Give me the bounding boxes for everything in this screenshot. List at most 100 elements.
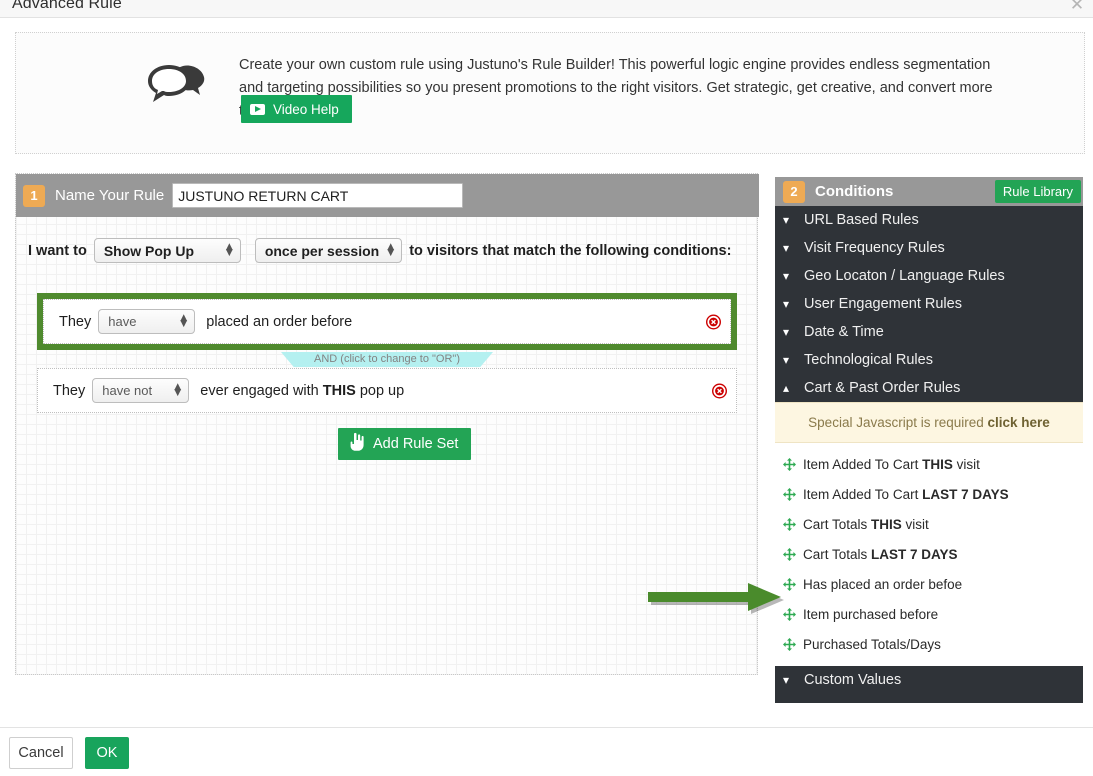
- action-select[interactable]: Show Pop Up ▲▼: [94, 238, 241, 263]
- chevron-down-icon: ▾: [783, 241, 797, 255]
- category-custom-values[interactable]: ▾ Custom Values: [775, 666, 1083, 694]
- conditions-title: Conditions: [815, 183, 893, 200]
- conditions-trailing-label: to visitors that match the following con…: [409, 243, 731, 259]
- list-item[interactable]: Item Added To Cart LAST 7 DAYS: [775, 479, 1083, 509]
- list-item[interactable]: Item Added To Cart THIS visit: [775, 449, 1083, 479]
- speech-bubbles-icon: [138, 61, 208, 115]
- category-label: Technological Rules: [804, 352, 933, 368]
- modal-footer: Cancel OK: [0, 727, 1093, 776]
- move-handle-icon[interactable]: [783, 548, 796, 561]
- add-rule-set-label: Add Rule Set: [373, 436, 458, 452]
- rule-library-button[interactable]: Rule Library: [995, 180, 1081, 203]
- list-item-has-placed-an-order-before[interactable]: Has placed an order befoe: [775, 569, 1083, 599]
- conditions-header: 2 Conditions Rule Library: [775, 177, 1083, 206]
- condition-1-select-value: have: [108, 314, 136, 329]
- condition-1-text: placed an order before: [206, 314, 352, 330]
- condition-prefix: They: [53, 383, 85, 399]
- condition-items-list: Item Added To Cart THIS visit Item Added…: [775, 443, 1083, 666]
- list-item[interactable]: Item purchased before: [775, 599, 1083, 629]
- frequency-select-value: once per session: [265, 243, 379, 259]
- list-item[interactable]: Cart Totals THIS visit: [775, 509, 1083, 539]
- list-item[interactable]: Purchased Totals/Days: [775, 629, 1083, 659]
- notice-link[interactable]: click here: [988, 415, 1050, 430]
- condition-2-text: ever engaged with THIS pop up: [200, 383, 404, 399]
- add-rule-set-button[interactable]: Add Rule Set: [338, 428, 471, 460]
- chevron-down-icon: ▾: [783, 325, 797, 339]
- category-technological-rules[interactable]: ▾ Technological Rules: [775, 346, 1083, 374]
- ok-button[interactable]: OK: [85, 737, 129, 769]
- move-handle-icon[interactable]: [783, 638, 796, 651]
- category-label: User Engagement Rules: [804, 296, 962, 312]
- move-handle-icon[interactable]: [783, 518, 796, 531]
- list-item-label: Cart Totals THIS visit: [803, 517, 929, 532]
- list-item-label: Purchased Totals/Days: [803, 637, 941, 652]
- list-item-label: Item purchased before: [803, 607, 938, 622]
- chevron-updown-icon: ▲▼: [386, 244, 395, 258]
- javascript-required-notice: Special Javascript is required click her…: [775, 402, 1083, 443]
- category-label: Geo Locaton / Language Rules: [804, 268, 1005, 284]
- frequency-select[interactable]: once per session ▲▼: [255, 238, 402, 263]
- move-handle-icon[interactable]: [783, 578, 796, 591]
- i-want-to-row: I want to Show Pop Up ▲▼ once per sessio…: [28, 238, 731, 263]
- condition-2-select-value: have not: [102, 383, 152, 398]
- list-item[interactable]: Cart Totals LAST 7 DAYS: [775, 539, 1083, 569]
- move-handle-icon[interactable]: [783, 608, 796, 621]
- video-help-label: Video Help: [273, 102, 339, 117]
- condition-highlight-border: They have ▲▼ placed an order before: [37, 293, 737, 350]
- category-url-based-rules[interactable]: ▾ URL Based Rules: [775, 206, 1083, 234]
- modal-title: Advanced Rule: [12, 0, 122, 13]
- advanced-rule-modal: Advanced Rule ✕ Create your own custom r…: [0, 0, 1093, 776]
- category-user-engagement-rules[interactable]: ▾ User Engagement Rules: [775, 290, 1083, 318]
- list-item-label: Cart Totals LAST 7 DAYS: [803, 547, 958, 562]
- category-label: Date & Time: [804, 324, 884, 340]
- category-visit-frequency-rules[interactable]: ▾ Visit Frequency Rules: [775, 234, 1083, 262]
- chevron-down-icon: ▾: [783, 673, 797, 687]
- and-connector-label: AND (click to change to "OR"): [281, 352, 493, 367]
- category-date-and-time[interactable]: ▾ Date & Time: [775, 318, 1083, 346]
- chevron-down-icon: ▾: [783, 269, 797, 283]
- rule-builder-panel: 1 Name Your Rule I want to Show Pop Up ▲…: [15, 173, 758, 675]
- category-cart-and-past-order-rules[interactable]: ▴ Cart & Past Order Rules: [775, 374, 1083, 402]
- rule-name-input[interactable]: [172, 183, 463, 208]
- step-badge-2: 2: [783, 181, 805, 203]
- delete-condition-icon[interactable]: [712, 383, 727, 398]
- delete-condition-icon[interactable]: [706, 314, 721, 329]
- youtube-play-icon: [250, 104, 265, 115]
- category-label: Custom Values: [804, 672, 901, 688]
- chevron-down-icon: ▾: [783, 297, 797, 311]
- category-label: Cart & Past Order Rules: [804, 380, 960, 396]
- list-item-label: Item Added To Cart LAST 7 DAYS: [803, 487, 1009, 502]
- video-help-button[interactable]: Video Help: [241, 95, 352, 123]
- category-geo-location-language-rules[interactable]: ▾ Geo Locaton / Language Rules: [775, 262, 1083, 290]
- condition-row-2[interactable]: They have not ▲▼ ever engaged with THIS …: [37, 368, 737, 413]
- conditions-panel: 2 Conditions Rule Library ▾ URL Based Ru…: [775, 177, 1083, 703]
- chevron-updown-icon: ▲▼: [225, 244, 234, 258]
- chevron-updown-icon: ▲▼: [173, 384, 182, 398]
- move-handle-icon[interactable]: [783, 488, 796, 501]
- condition-prefix: They: [59, 314, 91, 330]
- step-badge-1: 1: [23, 185, 45, 207]
- chevron-down-icon: ▾: [783, 213, 797, 227]
- condition-rows: They have ▲▼ placed an order before: [37, 293, 737, 413]
- category-label: URL Based Rules: [804, 212, 919, 228]
- name-your-rule-label: Name Your Rule: [55, 187, 164, 204]
- list-item-label: Item Added To Cart THIS visit: [803, 457, 980, 472]
- notice-text: Special Javascript is required: [808, 415, 987, 430]
- and-connector[interactable]: AND (click to change to "OR"): [37, 350, 737, 368]
- builder-header: 1 Name Your Rule: [16, 174, 759, 217]
- modal-titlebar: Advanced Rule ✕: [0, 0, 1093, 18]
- chevron-up-icon: ▴: [783, 381, 797, 395]
- condition-row-1[interactable]: They have ▲▼ placed an order before: [43, 299, 731, 344]
- chevron-down-icon: ▾: [783, 353, 797, 367]
- move-handle-icon[interactable]: [783, 458, 796, 471]
- close-icon[interactable]: ✕: [1069, 0, 1085, 13]
- i-want-to-label: I want to: [28, 243, 87, 259]
- action-select-value: Show Pop Up: [104, 243, 194, 259]
- category-label: Visit Frequency Rules: [804, 240, 945, 256]
- list-item-label: Has placed an order befoe: [803, 577, 962, 592]
- chevron-updown-icon: ▲▼: [179, 315, 188, 329]
- cancel-button[interactable]: Cancel: [9, 737, 73, 769]
- intro-description: Create your own custom rule using Justun…: [239, 54, 999, 123]
- condition-1-select[interactable]: have ▲▼: [98, 309, 195, 334]
- condition-2-select[interactable]: have not ▲▼: [92, 378, 189, 403]
